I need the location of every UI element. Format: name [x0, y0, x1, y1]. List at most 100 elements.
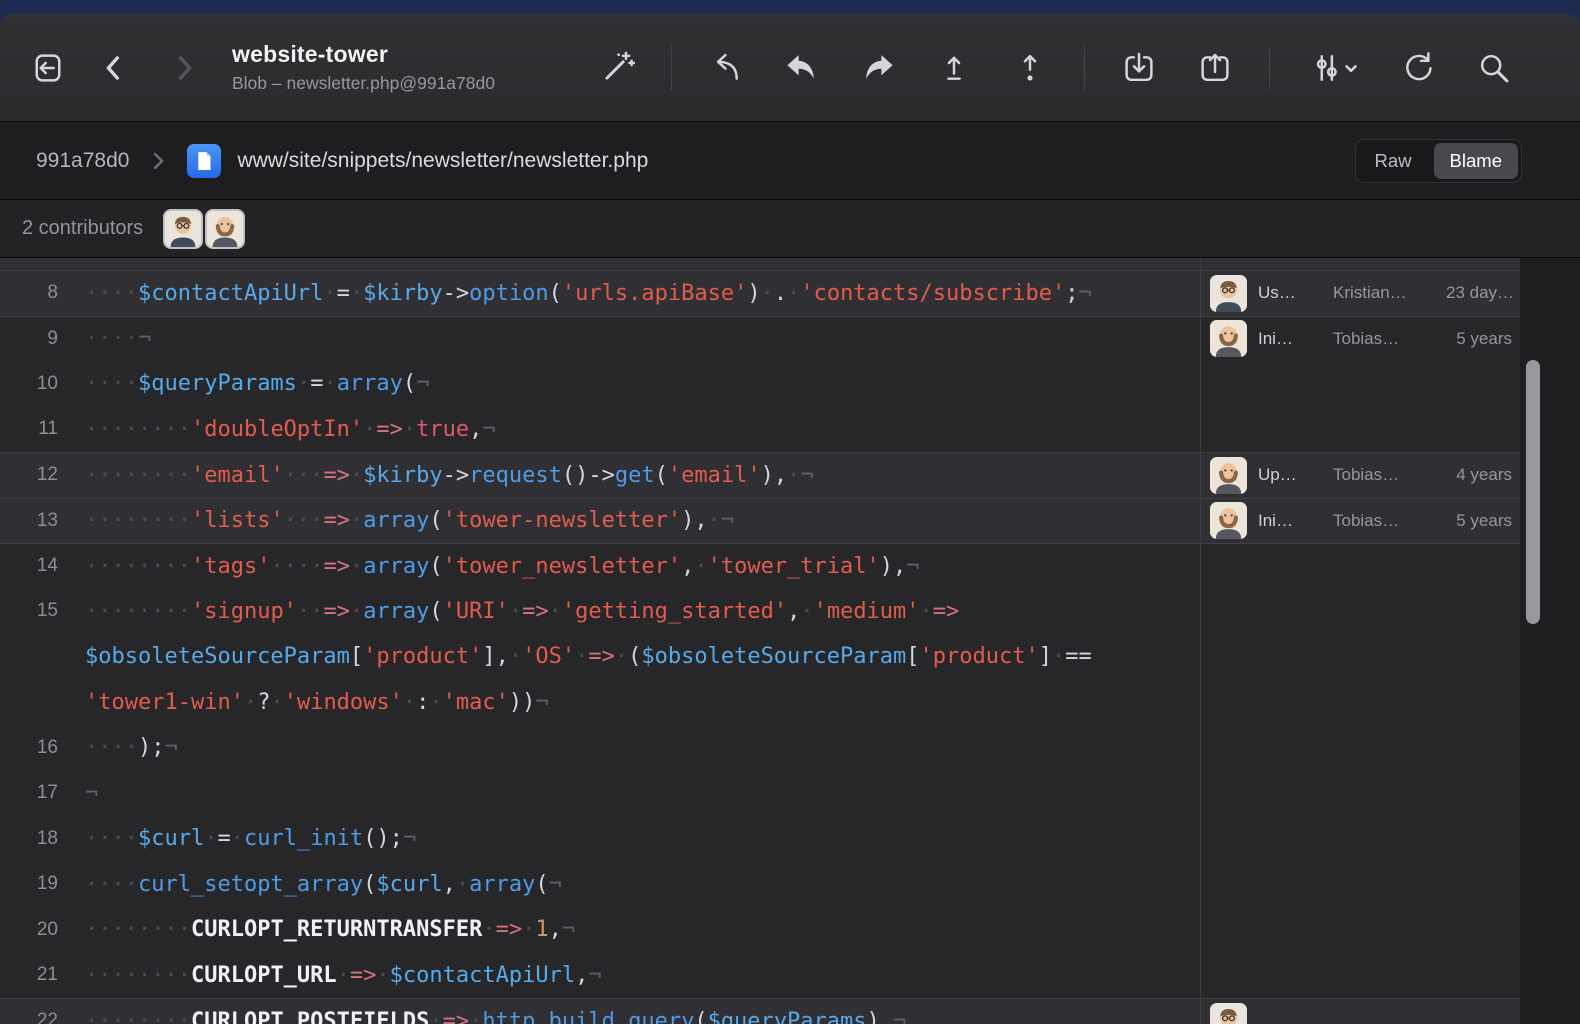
commit-arrow-icon [1012, 50, 1048, 86]
blame-empty [1200, 816, 1520, 862]
magic-wand-button[interactable] [595, 46, 639, 90]
code-text: ¬ [85, 781, 1200, 806]
blame-entry[interactable]: Ini…Tobias…5 years [1200, 499, 1520, 544]
raw-button[interactable]: Raw [1359, 143, 1428, 179]
code-text: ········'signup'··=>·array('URI'·=>·'get… [85, 599, 1200, 624]
magic-wand-icon [599, 50, 635, 86]
back-panel-button[interactable] [26, 46, 70, 90]
workflow-button[interactable] [1302, 46, 1364, 90]
line-number: 16 [0, 737, 58, 759]
line-number: 20 [0, 919, 58, 941]
line-number: 10 [0, 373, 58, 395]
code-text: ········'email'···=>·$kirby->request()->… [85, 463, 1200, 488]
line-number: 12 [0, 464, 58, 486]
blame-empty [1200, 544, 1520, 589]
code-text: ········'lists'···=>·array('tower-newsle… [85, 508, 1200, 533]
line-number: 19 [0, 873, 58, 895]
back-panel-icon [30, 50, 66, 86]
title-block: website-tower Blob – newsletter.php@991a… [232, 41, 592, 94]
code-line: 'tower1-win'·?·'windows'·:·'mac'))¬ [0, 680, 1580, 726]
blame-message: Us… [1258, 283, 1322, 303]
code-text: $obsoleteSourceParam['product'],·'OS'·=>… [85, 644, 1200, 669]
code-line: 16 ····);¬ [0, 725, 1580, 771]
php-file-icon [187, 144, 221, 178]
blame-entry[interactable]: Us…Kristian…23 day… [1200, 271, 1520, 316]
avatar-kristian [163, 209, 203, 249]
blame-author: Tobias… [1333, 511, 1435, 531]
window-title: website-tower [232, 41, 592, 68]
scrollbar-thumb[interactable] [1526, 360, 1540, 624]
code-text: ····$queryParams·=·array(¬ [85, 371, 1200, 396]
blame-message: Ini… [1258, 511, 1322, 531]
blame-view: 8····$contactApiUrl·=·$kirby->option('ur… [0, 258, 1580, 1024]
line-number: 13 [0, 510, 58, 532]
window-subtitle: Blob – newsletter.php@991a78d0 [232, 73, 592, 94]
code-text: ····curl_setopt_array($curl,·array(¬ [85, 872, 1200, 897]
code-line [0, 258, 1580, 270]
code-text: ····$curl·=·curl_init();¬ [85, 826, 1200, 851]
blame-empty [1200, 907, 1520, 953]
avatar-tobias [1210, 502, 1247, 539]
blame-empty [1200, 361, 1520, 407]
stash-apply-button[interactable] [1193, 46, 1237, 90]
code-line: 18 ····$curl·=·curl_init();¬ [0, 816, 1580, 862]
avatar-tobias [1210, 320, 1247, 357]
contributors-avatars [163, 209, 245, 249]
blame-author: Tobias… [1333, 329, 1435, 349]
file-path: www/site/snippets/newsletter/newsletter.… [237, 149, 648, 173]
code-line: 11········'doubleOptIn'·=>·true,¬ [0, 407, 1580, 453]
code-line: 10 ····$queryParams·=·array(¬ [0, 361, 1580, 407]
blame-gutter-divider [1200, 258, 1201, 1024]
blame-entry[interactable]: Up… Tobias… 4 years [1200, 453, 1520, 498]
nav-back-button[interactable] [92, 46, 136, 90]
blame-button[interactable]: Blame [1434, 143, 1518, 179]
code-text: ········CURLOPT_POSTFIELDS·=>·http_build… [85, 1009, 1200, 1024]
commit-hash[interactable]: 991a78d0 [36, 149, 129, 173]
commit-button[interactable] [1008, 46, 1052, 90]
blame-author: Kristian… [1333, 283, 1435, 303]
blame-entry[interactable] [1200, 999, 1520, 1024]
refresh-icon [1400, 50, 1436, 86]
blame-empty [1200, 953, 1520, 999]
push-button[interactable] [856, 46, 900, 90]
blame-entry[interactable]: Ini…Tobias…5 years [1200, 317, 1520, 362]
contributors-label: 2 contributors [22, 217, 143, 240]
code-line: 12 ········'email'···=>·$kirby->request()… [0, 452, 1580, 498]
line-number: 14 [0, 555, 58, 577]
avatar-tobias [205, 209, 245, 249]
refresh-button[interactable] [1396, 46, 1440, 90]
blame-time: 4 years [1456, 465, 1520, 485]
chevron-left-icon [96, 50, 132, 86]
checkout-icon [936, 50, 972, 86]
code-line: 14········'tags'····=>·array('tower_news… [0, 543, 1580, 589]
line-number: 21 [0, 964, 58, 986]
chevron-right-icon [166, 50, 202, 86]
line-number: 18 [0, 828, 58, 850]
line-number: 17 [0, 782, 58, 804]
undo-button[interactable] [704, 46, 748, 90]
code-text: ········'doubleOptIn'·=>·true,¬ [85, 417, 1200, 442]
blame-message: Up… [1258, 465, 1322, 485]
toolbar: website-tower Blob – newsletter.php@991a… [0, 14, 1580, 122]
search-button[interactable] [1472, 46, 1516, 90]
blame-empty [1200, 589, 1520, 635]
toolbar-actions [595, 46, 1516, 90]
code-line: 15 ········'signup'··=>·array('URI'·=>·'g… [0, 589, 1580, 635]
code-line: 20 ········CURLOPT_RETURNTRANSFER·=>·1,¬ [0, 907, 1580, 953]
blame-empty [1200, 634, 1520, 680]
breadcrumb-chevron-icon [145, 148, 171, 174]
checkout-button[interactable] [932, 46, 976, 90]
code-text: ········CURLOPT_RETURNTRANSFER·=>·1,¬ [85, 917, 1200, 942]
blame-empty [1200, 771, 1520, 817]
blame-empty [1200, 258, 1520, 270]
code-line: 21········CURLOPT_URL·=>·$contactApiUrl,… [0, 953, 1580, 999]
stash-save-button[interactable] [1117, 46, 1161, 90]
code-text: ····);¬ [85, 735, 1200, 760]
line-number: 15 [0, 600, 58, 622]
blame-author: Tobias… [1333, 465, 1435, 485]
undo-arrow-icon [708, 50, 744, 86]
scrollbar-track[interactable] [1520, 258, 1580, 1024]
pull-button[interactable] [780, 46, 824, 90]
code-line: 22········CURLOPT_POSTFIELDS·=>·http_bui… [0, 998, 1580, 1024]
nav-forward-button[interactable] [162, 46, 206, 90]
